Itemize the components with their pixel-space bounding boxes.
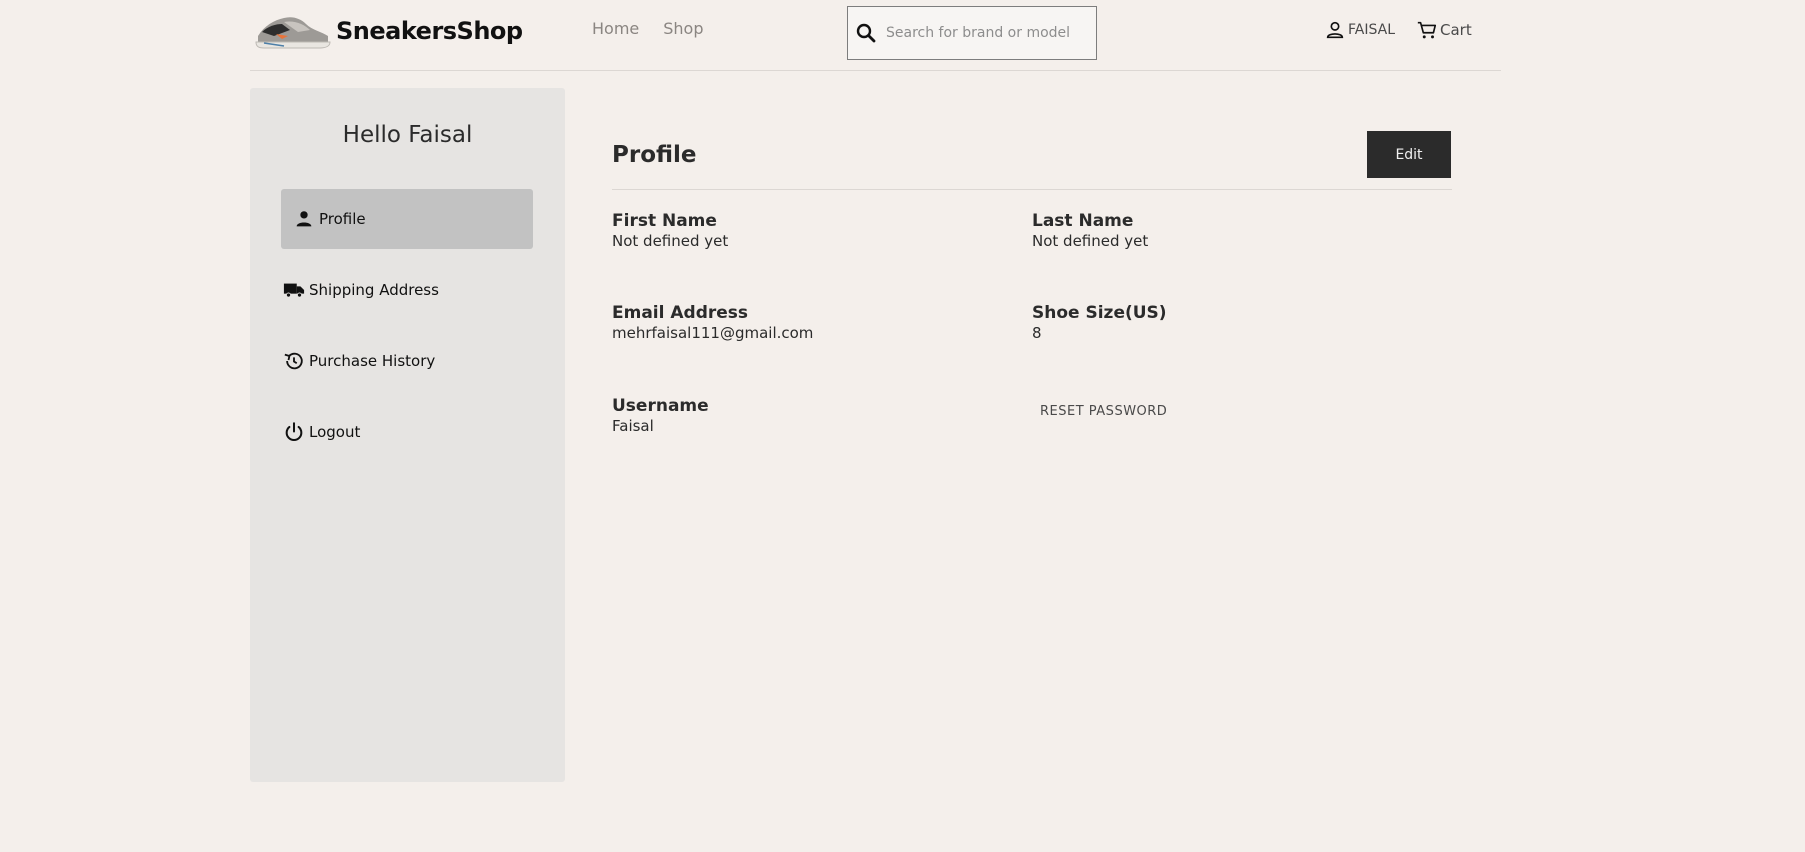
sneaker-logo-icon [255, 17, 331, 49]
field-label: Last Name [1032, 211, 1134, 231]
search-icon[interactable] [854, 21, 878, 45]
cart-link[interactable]: Cart [1416, 19, 1472, 41]
field-value: Faisal [612, 417, 654, 435]
account-username: FAISAL [1348, 22, 1395, 38]
sidebar-item-label: Profile [319, 210, 366, 228]
sidebar-item-purchase-history[interactable]: Purchase History [281, 331, 533, 391]
sidebar-item-shipping-address[interactable]: Shipping Address [281, 260, 533, 320]
sidebar-item-logout[interactable]: Logout [281, 402, 533, 462]
field-label: First Name [612, 211, 717, 231]
field-label: Username [612, 396, 709, 416]
field-value: Not defined yet [612, 232, 729, 250]
field-value: mehrfaisal111@gmail.com [612, 324, 814, 342]
account-link[interactable]: FAISAL [1324, 19, 1395, 41]
field-label: Email Address [612, 303, 749, 323]
divider [612, 189, 1452, 190]
person-outline-icon [1326, 21, 1344, 39]
account-sidebar: Hello Faisal Profile Shipping Address Pu… [250, 88, 565, 782]
brand-link[interactable]: SneakersShop [254, 10, 523, 52]
main-nav: Home Shop [592, 19, 704, 38]
top-header: SneakersShop Home Shop FAISAL Cart [250, 0, 1501, 71]
last-name-field: Last Name Not defined yet [1032, 211, 1148, 251]
greeting: Hello Faisal [342, 122, 473, 148]
nav-shop[interactable]: Shop [663, 19, 703, 38]
search-box [847, 6, 1097, 60]
page-title: Profile [612, 142, 697, 168]
cart-icon [1417, 21, 1437, 39]
first-name-field: First Name Not defined yet [612, 211, 728, 251]
truck-icon [283, 283, 305, 298]
person-icon [296, 211, 312, 227]
sidebar-item-label: Logout [309, 423, 361, 441]
email-field: Email Address mehrfaisal111@gmail.com [612, 303, 813, 343]
history-icon [284, 352, 303, 370]
brand-name: SneakersShop [336, 17, 523, 45]
shoe-size-field: Shoe Size(US) 8 [1032, 303, 1167, 343]
username-field: Username Faisal [612, 396, 709, 436]
field-value: Not defined yet [1032, 232, 1149, 250]
sidebar-item-profile[interactable]: Profile [281, 189, 533, 249]
reset-password-button[interactable]: RESET PASSWORD [1040, 404, 1167, 419]
sidebar-item-label: Shipping Address [309, 281, 439, 299]
nav-home[interactable]: Home [592, 19, 639, 38]
power-icon [285, 422, 303, 441]
field-label: Shoe Size(US) [1032, 303, 1167, 323]
edit-button[interactable]: Edit [1367, 131, 1451, 178]
sidebar-item-label: Purchase History [309, 352, 436, 370]
field-value: 8 [1032, 324, 1042, 342]
cart-label: Cart [1440, 21, 1472, 39]
search-input[interactable] [886, 25, 1086, 41]
